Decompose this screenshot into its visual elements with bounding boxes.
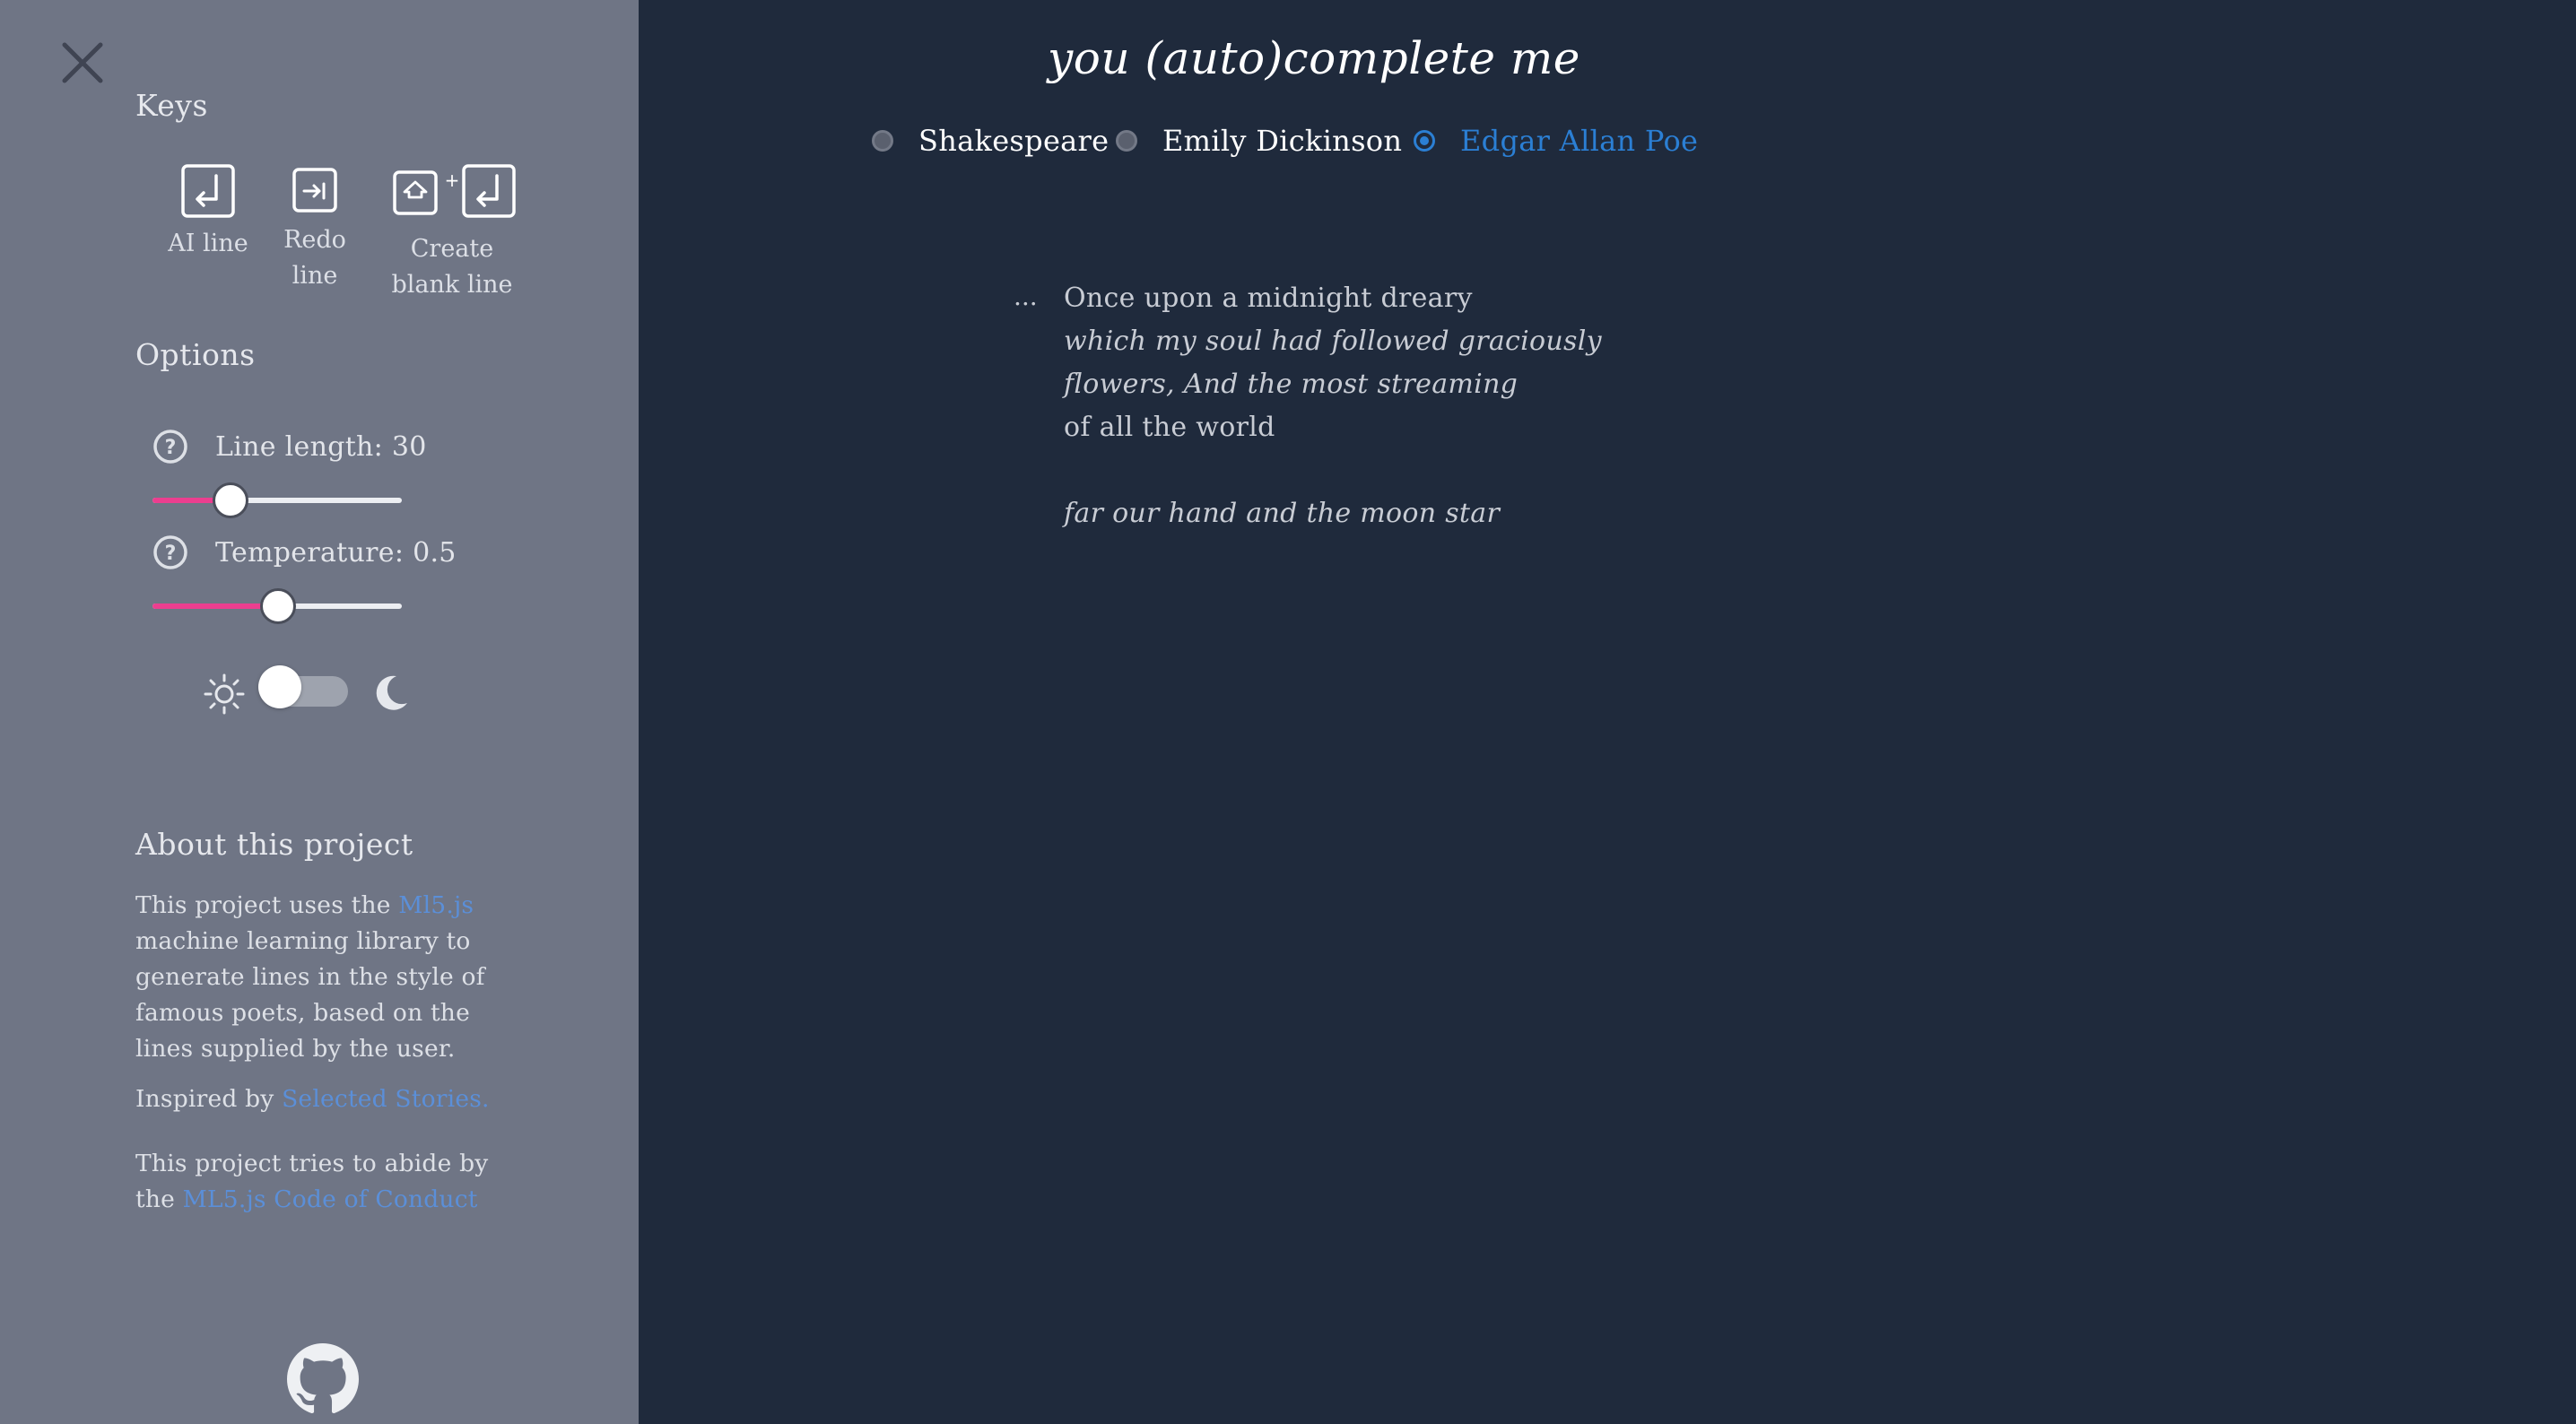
- keys-heading: Keys: [135, 88, 208, 123]
- poet-option-edgar-allan-poe[interactable]: Edgar Allan Poe: [1414, 117, 1698, 165]
- key-label-line2: blank line: [391, 271, 513, 299]
- poet-label: Emily Dickinson: [1162, 124, 1403, 158]
- page-title: you (auto)complete me: [1048, 32, 1580, 84]
- line-length-slider[interactable]: [152, 481, 402, 520]
- options-heading: Options: [135, 337, 256, 372]
- about-heading: About this project: [135, 827, 413, 862]
- help-icon[interactable]: ?: [152, 534, 188, 570]
- key-create-blank-line: + Create blank line: [380, 163, 524, 303]
- about-text: This project uses the: [135, 891, 399, 919]
- key-redo-line: Redo line: [274, 167, 355, 294]
- about-paragraph-2: Inspired by Selected Stories.: [135, 1081, 512, 1117]
- help-icon[interactable]: ?: [152, 429, 188, 465]
- toggle-knob: [258, 665, 301, 708]
- theme-toggle-row: [203, 665, 418, 721]
- sun-icon: [204, 673, 245, 715]
- poet-label: Edgar Allan Poe: [1460, 124, 1699, 158]
- poem-line[interactable]: of all the world: [1064, 406, 1602, 449]
- shift-enter-keys-icon: +: [393, 164, 516, 218]
- about-text: machine learning library to generate lin…: [135, 927, 485, 1063]
- temperature-row: ? Temperature: 0.5: [152, 533, 457, 572]
- svg-text:?: ?: [165, 543, 177, 565]
- radio-button[interactable]: [1116, 130, 1137, 152]
- slider-fill: [152, 603, 277, 609]
- moon-icon: [376, 675, 407, 710]
- about-paragraph-3: This project tries to abide by the ML5.j…: [135, 1146, 512, 1218]
- sidebar: Keys AI line Redo line + Create blank li…: [0, 0, 639, 1424]
- key-label: AI line: [168, 230, 248, 257]
- poem-line-ai[interactable]: flowers, And the most streaming: [1064, 363, 1602, 406]
- line-menu-ellipsis[interactable]: ...: [1014, 282, 1038, 311]
- tab-key-icon: [292, 168, 337, 213]
- temperature-slider[interactable]: [152, 586, 402, 626]
- poem-line[interactable]: Once upon a midnight dreary: [1064, 277, 1602, 320]
- key-label-line1: Create: [410, 235, 494, 263]
- ml5-link[interactable]: Ml5.js: [398, 891, 474, 919]
- key-ai-line: AI line: [165, 163, 251, 262]
- temperature-label: Temperature: 0.5: [215, 536, 457, 569]
- poet-option-shakespeare[interactable]: Shakespeare: [872, 117, 1109, 165]
- close-icon[interactable]: [59, 39, 106, 86]
- enter-key-icon: [181, 164, 235, 218]
- theme-toggle[interactable]: [258, 665, 348, 708]
- plus-sign: +: [445, 169, 460, 191]
- poem-editor[interactable]: Once upon a midnight dreary which my sou…: [1064, 277, 1602, 535]
- poem-line-ai[interactable]: far our hand and the moon star: [1064, 492, 1602, 535]
- slider-thumb[interactable]: [213, 482, 249, 518]
- app-root: Keys AI line Redo line + Create blank li…: [0, 0, 2576, 1424]
- poet-label: Shakespeare: [918, 124, 1110, 158]
- about-text: Inspired by: [135, 1085, 283, 1113]
- poem-line-ai[interactable]: which my soul had followed graciously: [1064, 320, 1602, 363]
- radio-button[interactable]: [1414, 130, 1435, 152]
- poem-line-blank[interactable]: [1064, 449, 1602, 492]
- code-of-conduct-link[interactable]: ML5.js Code of Conduct: [183, 1185, 478, 1213]
- line-length-label: Line length: 30: [215, 430, 427, 463]
- about-paragraph-1: This project uses the Ml5.js machine lea…: [135, 888, 512, 1067]
- line-length-row: ? Line length: 30: [152, 427, 427, 466]
- key-label-line1: Redo: [283, 226, 346, 254]
- poet-option-emily-dickinson[interactable]: Emily Dickinson: [1116, 117, 1402, 165]
- slider-thumb[interactable]: [260, 588, 296, 624]
- selected-stories-link[interactable]: Selected Stories.: [282, 1085, 490, 1113]
- svg-text:?: ?: [165, 437, 177, 459]
- radio-button[interactable]: [872, 130, 893, 152]
- key-label-line2: line: [292, 262, 338, 290]
- github-icon[interactable]: [287, 1343, 359, 1415]
